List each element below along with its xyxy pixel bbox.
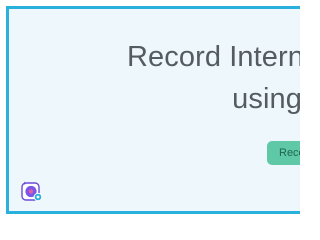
promo-banner: Record Intern using Reco [6,6,300,214]
banner-title-line-1: Record Intern [127,41,300,73]
app-logo-icon [21,181,43,202]
banner-title-line-2: using [232,83,300,115]
record-button[interactable]: Reco [267,141,300,165]
